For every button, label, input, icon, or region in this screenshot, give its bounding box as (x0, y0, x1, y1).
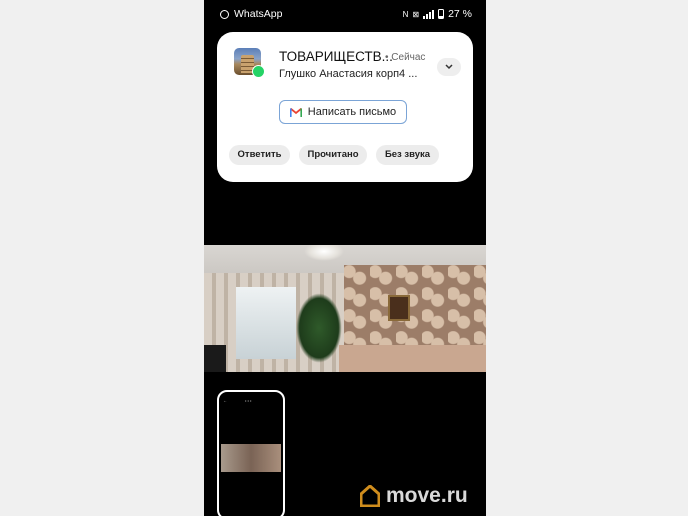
notification-title: ТОВАРИЩЕСТВ... (279, 49, 393, 64)
whatsapp-badge-icon (252, 65, 265, 78)
photo-chandelier (304, 245, 344, 261)
watermark-text: move.ru (386, 484, 468, 507)
screenshot-thumbnail[interactable]: ← • • • (217, 390, 285, 516)
gmail-icon (289, 107, 302, 117)
mute-button[interactable]: Без звука (376, 145, 439, 165)
compose-email-label: Написать письмо (307, 106, 397, 118)
photo-window (236, 287, 296, 359)
whatsapp-icon (220, 9, 229, 19)
photo-dark-furniture (204, 345, 226, 372)
battery-icon (438, 9, 445, 19)
whatsapp-notification[interactable]: ТОВАРИЩЕСТВ... • Сейчас Глушко Анастасия… (217, 32, 473, 182)
notification-time: • Сейчас (385, 52, 426, 63)
compose-email-button[interactable]: Написать письмо (279, 100, 407, 124)
photo-picture-frame (388, 295, 410, 321)
thumbnail-header: • • • (245, 398, 252, 403)
photo-sofa (339, 345, 486, 372)
photo-plant (296, 293, 342, 363)
watermark: move.ru (360, 484, 468, 508)
nfc-icon: N (402, 9, 409, 19)
status-bar: WhatsApp N ⊠ 27 % (204, 0, 486, 28)
mute-icon: ⊠ (412, 9, 420, 19)
chevron-down-icon[interactable] (437, 58, 461, 76)
signal-icon (423, 9, 435, 19)
reply-button[interactable]: Ответить (229, 145, 290, 165)
thumbnail-photo (221, 444, 281, 472)
status-app-name: WhatsApp (234, 8, 283, 20)
notification-message: Глушко Анастасия корп4 ... (279, 68, 418, 80)
status-left: WhatsApp (220, 8, 282, 20)
mark-read-button[interactable]: Прочитано (299, 145, 367, 165)
battery-percent: 27 % (448, 8, 472, 20)
phone-screen: WhatsApp N ⊠ 27 % ТОВАРИЩЕСТВ... • Сейча… (204, 0, 486, 516)
room-photo (204, 245, 486, 372)
status-right: N ⊠ 27 % (403, 8, 472, 20)
thumbnail-back-icon: ← (223, 398, 227, 403)
move-house-icon (360, 485, 380, 507)
